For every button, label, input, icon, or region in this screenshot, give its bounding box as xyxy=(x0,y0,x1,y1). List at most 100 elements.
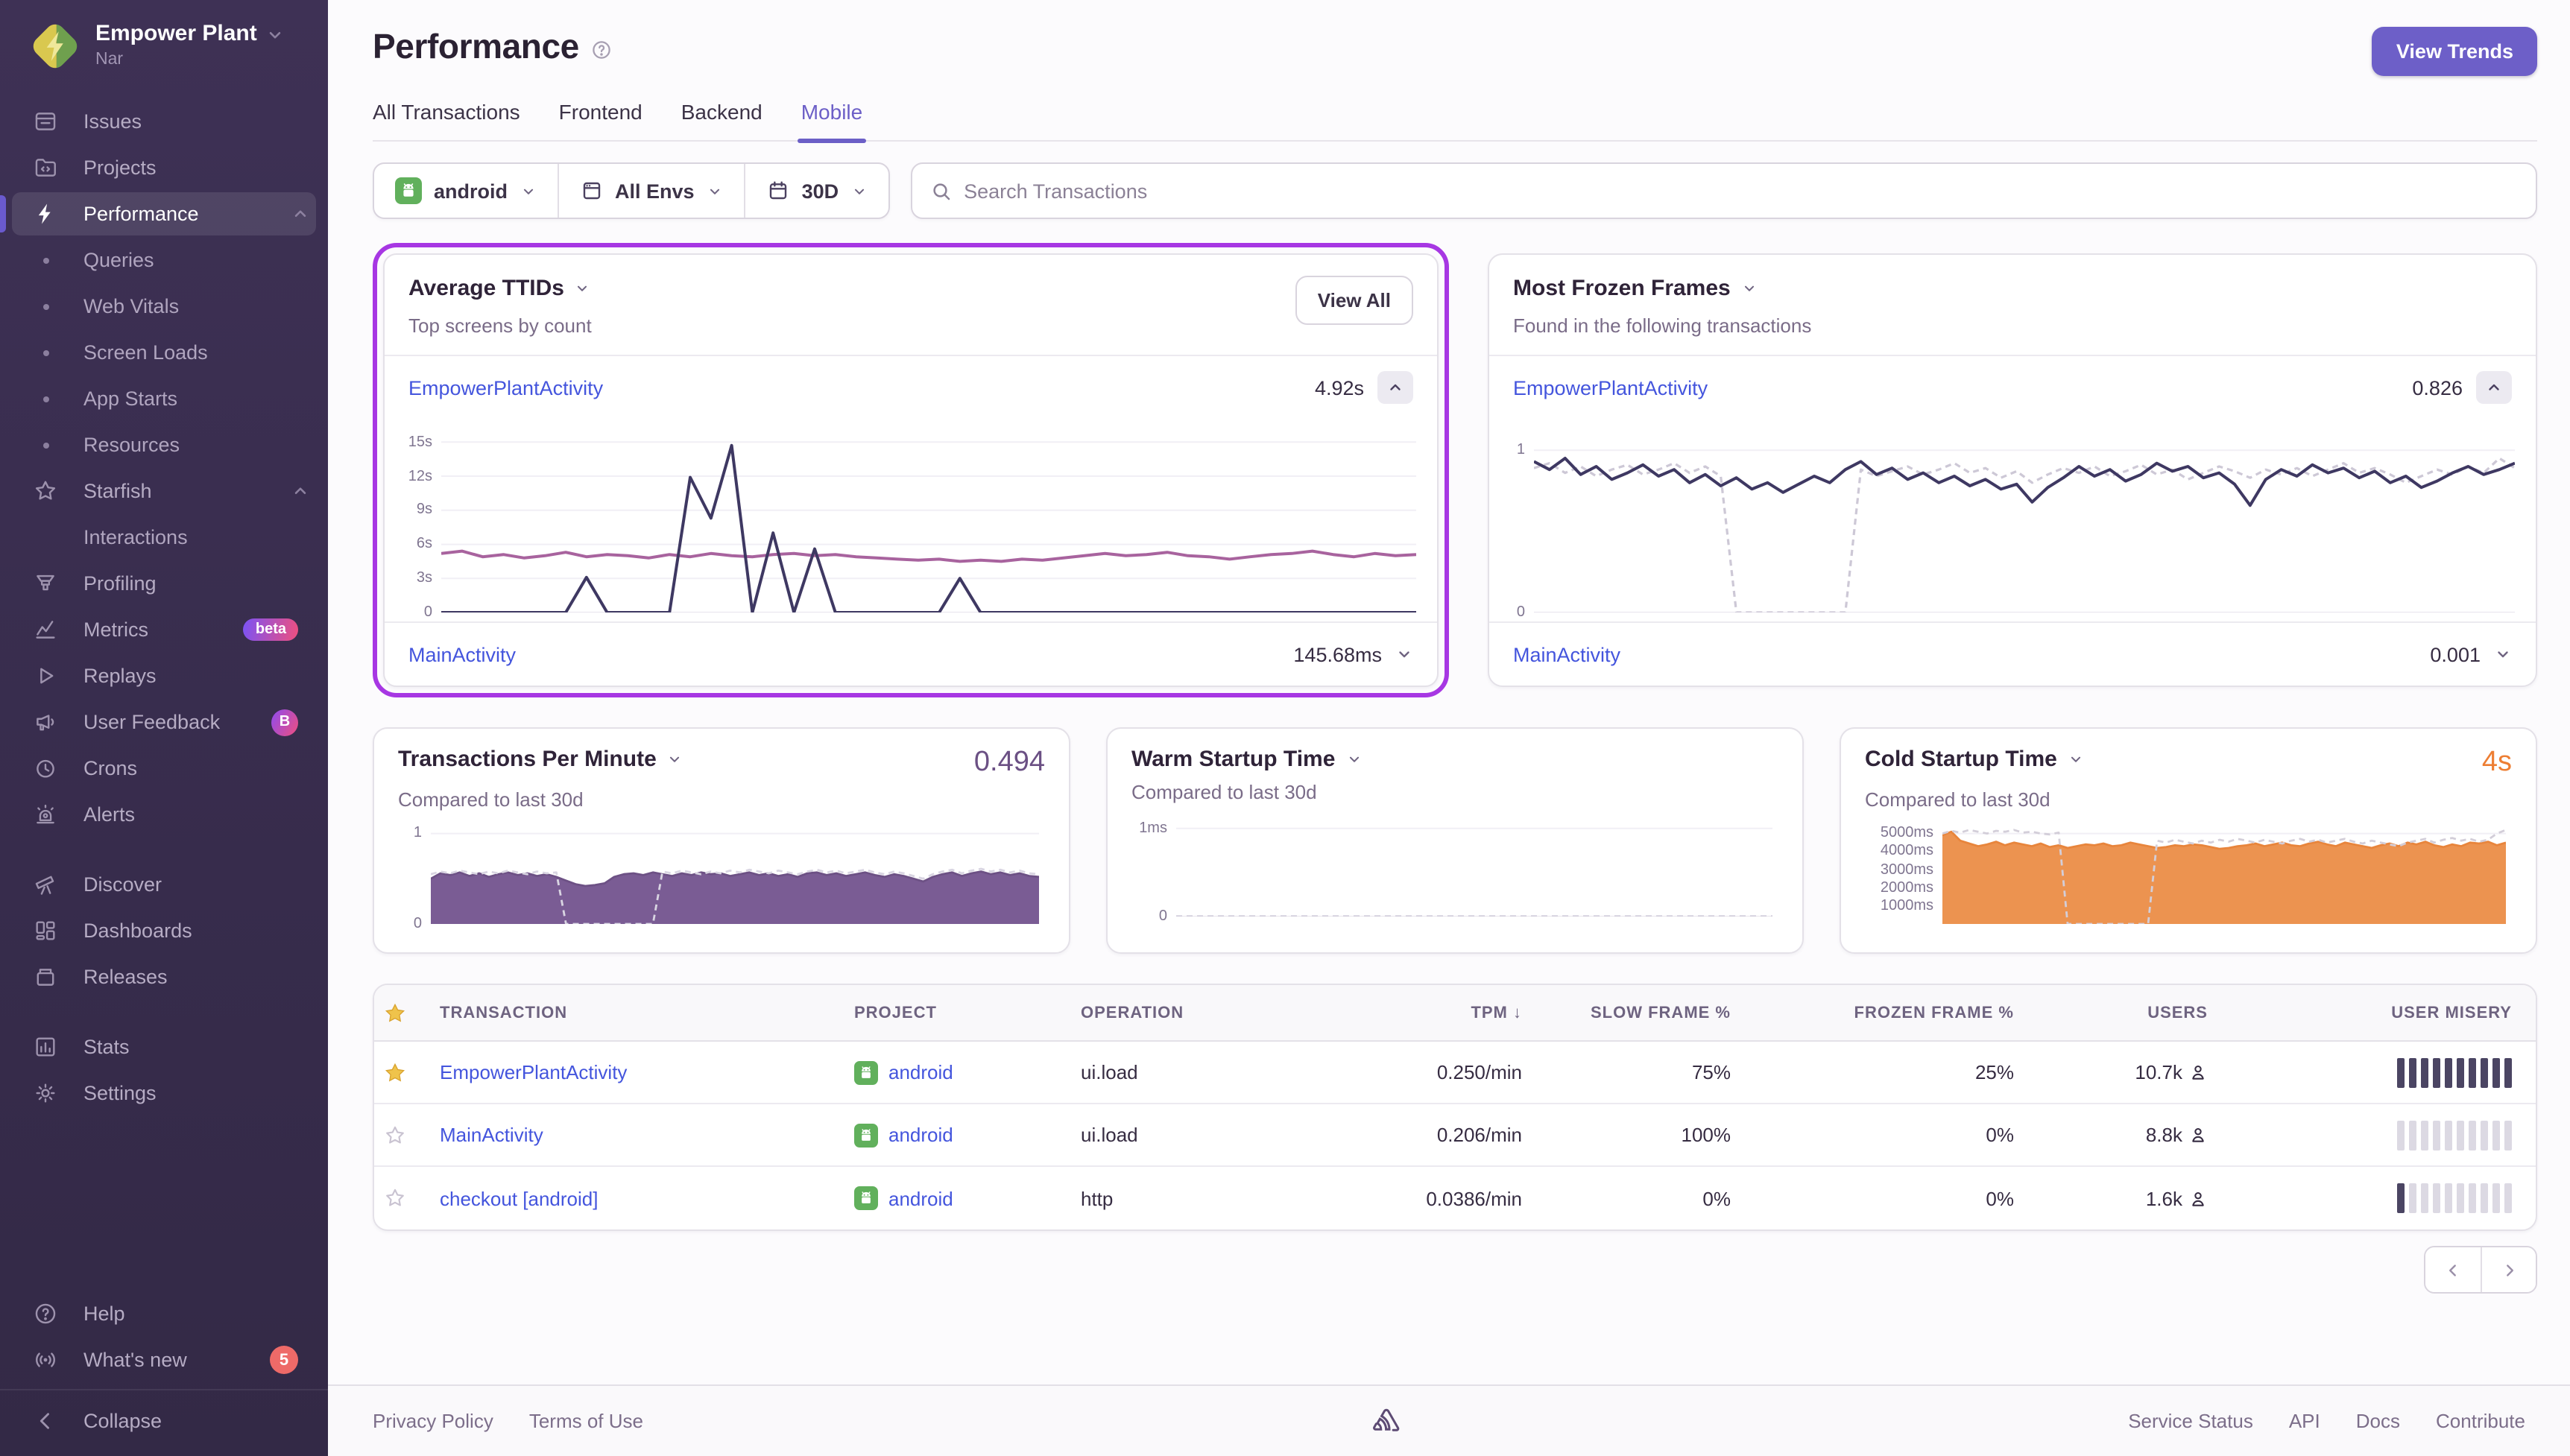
warm-startup-title-dropdown[interactable]: Warm Startup Time xyxy=(1131,747,1362,772)
star-filled-icon[interactable] xyxy=(383,1060,407,1084)
frozen-frame-cell: 0% xyxy=(1755,1124,2038,1146)
sidebar-item-discover[interactable]: Discover xyxy=(0,861,328,908)
transaction-link[interactable]: EmpowerPlantActivity xyxy=(1513,376,1708,399)
most-frozen-frames-title-dropdown[interactable]: Most Frozen Frames xyxy=(1513,276,1811,301)
sidebar-item-issues[interactable]: Issues xyxy=(0,98,328,145)
sidebar-item-queries[interactable]: Queries xyxy=(0,237,328,283)
frozen-frame-cell: 0% xyxy=(1755,1187,2038,1209)
footer-link-privacy-policy[interactable]: Privacy Policy xyxy=(373,1410,493,1432)
footer-link-contribute[interactable]: Contribute xyxy=(2436,1410,2525,1432)
sidebar-item-app-starts[interactable]: App Starts xyxy=(0,376,328,422)
footer-link-docs[interactable]: Docs xyxy=(2356,1410,2400,1432)
sidebar-item-resources[interactable]: Resources xyxy=(0,422,328,468)
project-filter[interactable]: android xyxy=(374,164,557,218)
view-trends-button[interactable]: View Trends xyxy=(2372,27,2537,76)
tab-mobile[interactable]: Mobile xyxy=(801,100,863,140)
tab-all-transactions[interactable]: All Transactions xyxy=(373,100,520,140)
sidebar-item-label: Replays xyxy=(83,665,310,687)
sidebar-item-replays[interactable]: Replays xyxy=(0,653,328,699)
tpm-title-dropdown[interactable]: Transactions Per Minute xyxy=(398,747,683,772)
sidebar-item-settings[interactable]: Settings xyxy=(0,1070,328,1116)
tpm-value: 0.494 xyxy=(974,747,1045,779)
misery-bar xyxy=(2504,1120,2512,1150)
expand-chart-button[interactable] xyxy=(2494,645,2512,663)
view-all-button[interactable]: View All xyxy=(1295,276,1413,325)
collapse-chart-button[interactable] xyxy=(2476,371,2512,404)
environment-filter[interactable]: All Envs xyxy=(557,164,744,218)
sidebar-item-screen-loads[interactable]: Screen Loads xyxy=(0,329,328,376)
metrics-icon xyxy=(33,617,58,642)
tab-backend[interactable]: Backend xyxy=(681,100,763,140)
column-header-project[interactable]: PROJECT xyxy=(854,1004,1081,1022)
star-outline-icon[interactable] xyxy=(383,1123,407,1147)
star-outline-icon[interactable] xyxy=(383,1186,407,1210)
sidebar-item-collapse[interactable]: Collapse xyxy=(0,1398,328,1444)
sidebar-item-web-vitals[interactable]: Web Vitals xyxy=(0,283,328,329)
panel-metric-row: EmpowerPlantActivity 4.92s xyxy=(385,355,1437,419)
star-filled-icon[interactable] xyxy=(383,1001,407,1025)
table-row-empowerplantactivity[interactable]: EmpowerPlantActivity android ui.load 0.2… xyxy=(374,1042,2536,1104)
sidebar-item-user-feedback[interactable]: User FeedbackB xyxy=(0,699,328,745)
average-ttids-title-dropdown[interactable]: Average TTIDs xyxy=(408,276,592,301)
sidebar-item-dashboards[interactable]: Dashboards xyxy=(0,908,328,954)
user-misery-cell xyxy=(2232,1183,2536,1213)
chevron-down-icon xyxy=(575,280,591,297)
project-filter-value: android xyxy=(434,180,508,202)
calendar-icon xyxy=(766,179,790,203)
sidebar-item-releases[interactable]: Releases xyxy=(0,954,328,1000)
collapse-chart-button[interactable] xyxy=(1377,371,1413,404)
misery-bar xyxy=(2445,1120,2452,1150)
footer-link-terms-of-use[interactable]: Terms of Use xyxy=(529,1410,643,1432)
search-transactions-input[interactable] xyxy=(964,180,2518,202)
column-header-users[interactable]: USERS xyxy=(2038,1004,2232,1022)
project-link[interactable]: android xyxy=(888,1187,953,1209)
transaction-link[interactable]: EmpowerPlantActivity xyxy=(408,376,603,399)
transaction-link[interactable]: EmpowerPlantActivity xyxy=(440,1061,627,1083)
table-row-mainactivity[interactable]: MainActivity android ui.load 0.206/min 1… xyxy=(374,1104,2536,1167)
sidebar-item-interactions[interactable]: Interactions xyxy=(0,514,328,560)
user-misery-cell xyxy=(2232,1057,2536,1087)
sidebar-item-label: Metrics xyxy=(83,618,244,641)
org-switcher[interactable]: Empower Plant Nar xyxy=(0,0,328,86)
sidebar-item-metrics[interactable]: Metricsbeta xyxy=(0,607,328,653)
y-axis-tick: 1 xyxy=(414,826,422,842)
transaction-link[interactable]: MainActivity xyxy=(1513,643,1620,665)
project-link[interactable]: android xyxy=(888,1061,953,1083)
sidebar-item-stats[interactable]: Stats xyxy=(0,1024,328,1070)
org-name: Empower Plant xyxy=(95,21,257,48)
table-row-checkout-android[interactable]: checkout [android] android http 0.0386/m… xyxy=(374,1167,2536,1229)
date-range-filter[interactable]: 30D xyxy=(744,164,888,218)
footer-link-api[interactable]: API xyxy=(2289,1410,2320,1432)
sidebar-item-help[interactable]: Help xyxy=(0,1291,328,1337)
tab-frontend[interactable]: Frontend xyxy=(559,100,642,140)
sidebar-item-alerts[interactable]: Alerts xyxy=(0,791,328,838)
next-page-button[interactable] xyxy=(2481,1247,2536,1292)
column-header-operation[interactable]: OPERATION xyxy=(1081,1004,1322,1022)
sidebar-item-performance[interactable]: Performance xyxy=(0,191,328,237)
column-header-tpm[interactable]: TPM ↓ xyxy=(1322,1004,1546,1022)
sidebar-item-label: Releases xyxy=(83,966,310,988)
previous-page-button[interactable] xyxy=(2425,1247,2481,1292)
metric-value: 0.001 xyxy=(2430,643,2481,665)
sidebar-item-what-s-new[interactable]: What's new5 xyxy=(0,1337,328,1383)
column-header-transaction[interactable]: TRANSACTION xyxy=(440,1004,854,1022)
misery-bar xyxy=(2492,1057,2500,1087)
column-header-slow-frame[interactable]: SLOW FRAME % xyxy=(1546,1004,1755,1022)
sidebar-item-starfish[interactable]: Starfish xyxy=(0,468,328,514)
expand-chart-button[interactable] xyxy=(1395,645,1413,663)
transaction-link[interactable]: MainActivity xyxy=(408,643,516,665)
footer-link-service-status[interactable]: Service Status xyxy=(2128,1410,2253,1432)
chevron-down-icon xyxy=(707,183,723,199)
sidebar-item-projects[interactable]: Projects xyxy=(0,145,328,191)
transaction-link[interactable]: checkout [android] xyxy=(440,1187,598,1209)
chevron-down-icon xyxy=(1345,751,1362,767)
column-header-user-misery[interactable]: USER MISERY xyxy=(2232,1004,2536,1022)
project-link[interactable]: android xyxy=(888,1124,953,1146)
transaction-link[interactable]: MainActivity xyxy=(440,1124,543,1146)
cold-startup-title-dropdown[interactable]: Cold Startup Time xyxy=(1865,747,2084,772)
column-header-frozen-frame[interactable]: FROZEN FRAME % xyxy=(1755,1004,2038,1022)
sidebar-item-crons[interactable]: Crons xyxy=(0,745,328,791)
help-tooltip-icon[interactable] xyxy=(591,38,613,60)
misery-bar xyxy=(2421,1183,2428,1213)
sidebar-item-profiling[interactable]: Profiling xyxy=(0,560,328,607)
